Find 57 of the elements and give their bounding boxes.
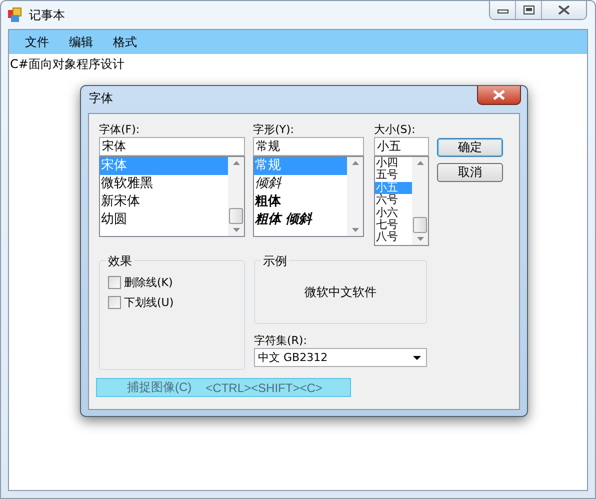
scroll-thumb[interactable] bbox=[413, 217, 427, 233]
shortcut-text: <CTRL><SHIFT><C> bbox=[206, 380, 322, 394]
list-item[interactable]: 七号 bbox=[375, 218, 412, 232]
list-box[interactable]: 宋体 微软雅黑 新宋体 幼圆 bbox=[99, 156, 245, 237]
app-icon bbox=[7, 7, 23, 23]
minimize-button[interactable] bbox=[490, 1, 516, 19]
close-button[interactable] bbox=[542, 1, 586, 19]
maximize-icon bbox=[522, 5, 534, 15]
list-box[interactable]: 常规 倾斜 粗体 粗体 倾斜 bbox=[253, 156, 364, 237]
list-item[interactable]: 八号 bbox=[375, 231, 412, 244]
checkbox[interactable] bbox=[108, 296, 121, 309]
input-field[interactable]: 小五 bbox=[374, 137, 429, 156]
list-item[interactable]: 六号 bbox=[375, 194, 412, 207]
text-content: C#面向对象程序设计 bbox=[9, 56, 126, 73]
list-item[interactable]: 粗体 bbox=[254, 193, 347, 211]
scroll-up-icon[interactable] bbox=[232, 161, 240, 165]
menu-item[interactable]: 文件 bbox=[15, 34, 59, 50]
group-title: 示例 bbox=[261, 253, 289, 270]
charset-dropdown[interactable]: 中文 GB2312 bbox=[254, 348, 427, 367]
dialog-title: 字体 bbox=[89, 90, 113, 107]
list-box[interactable]: 小四 五号 小五 六号 小六 七号 八号 bbox=[374, 156, 429, 246]
field-label: 字体(F): bbox=[99, 122, 141, 137]
close-icon bbox=[557, 5, 571, 15]
list-item[interactable]: 小四 bbox=[375, 157, 412, 170]
menu-item[interactable]: 格式 bbox=[103, 34, 147, 50]
scroll-down-icon[interactable] bbox=[352, 228, 358, 232]
maximize-button[interactable] bbox=[516, 1, 542, 19]
scroll-down-icon[interactable] bbox=[232, 228, 240, 232]
close-button[interactable] bbox=[477, 86, 521, 105]
input-field[interactable]: 宋体 bbox=[99, 137, 245, 156]
tooltip-label: 捕捉图像(C) bbox=[127, 379, 192, 396]
window-title: 记事本 bbox=[29, 6, 65, 24]
field-label: 大小(S): bbox=[374, 122, 416, 137]
scroll-down-icon[interactable] bbox=[416, 237, 424, 241]
list-item[interactable]: 新宋体 bbox=[100, 193, 228, 211]
menu-item[interactable]: 编辑 bbox=[59, 34, 103, 50]
field-label: 字形(Y): bbox=[253, 122, 296, 137]
sample-text: 微软中文软件 bbox=[304, 284, 376, 300]
dropdown-arrow-icon bbox=[412, 354, 422, 360]
checkbox[interactable] bbox=[108, 276, 121, 289]
scroll-up-icon[interactable] bbox=[352, 161, 358, 165]
list-item[interactable]: 小六 bbox=[375, 206, 412, 219]
charset-label: 字符集(R): bbox=[254, 333, 308, 348]
list-item[interactable]: 倾斜 bbox=[254, 175, 347, 193]
scroll-thumb[interactable] bbox=[229, 208, 243, 224]
input-field[interactable]: 常规 bbox=[253, 137, 364, 156]
group-title: 效果 bbox=[106, 253, 134, 270]
checkbox-label: 删除线(K) bbox=[124, 275, 173, 290]
ok-button[interactable]: 确定 bbox=[437, 138, 503, 157]
list-item[interactable]: 五号 bbox=[375, 169, 412, 182]
list-item[interactable]: 幼圆 bbox=[100, 211, 228, 229]
scroll-up-icon[interactable] bbox=[416, 161, 424, 165]
list-item[interactable]: 粗体 倾斜 bbox=[254, 211, 347, 229]
cancel-button[interactable]: 取消 bbox=[437, 163, 503, 182]
list-item[interactable]: 微软雅黑 bbox=[100, 175, 228, 193]
checkbox-label: 下划线(U) bbox=[124, 295, 174, 310]
close-icon bbox=[492, 90, 506, 100]
